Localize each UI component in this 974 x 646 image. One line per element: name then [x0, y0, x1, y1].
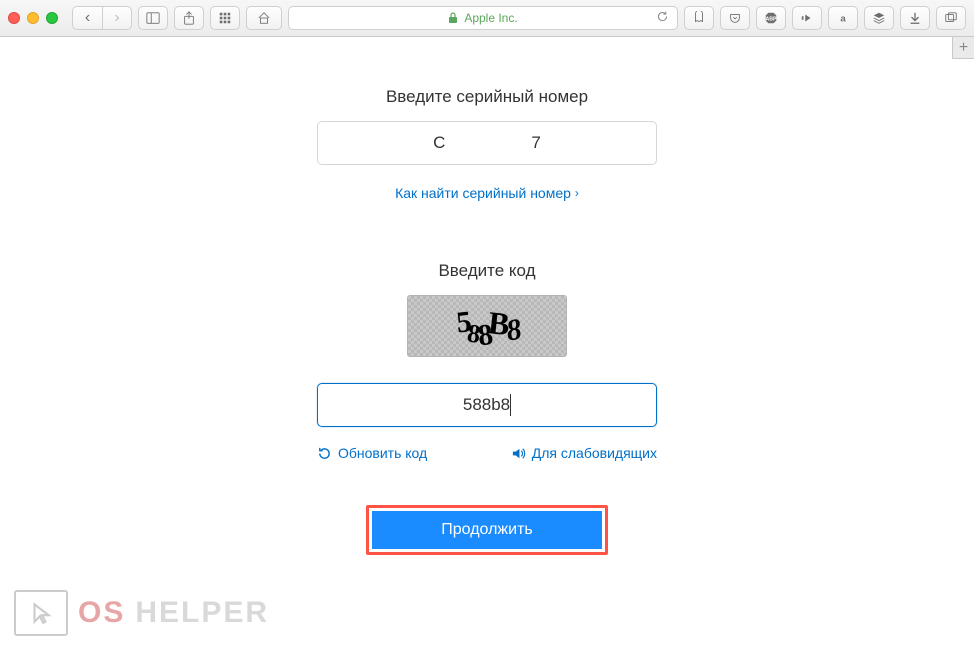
audio-icon	[511, 446, 526, 461]
captcha-label: Введите код	[438, 261, 535, 281]
captcha-section: Введите код 588B8 588b8 Обновить код Для…	[317, 261, 657, 461]
url-domain: Apple Inc.	[464, 11, 517, 25]
downloads-button[interactable]	[900, 6, 930, 30]
find-serial-link[interactable]: Как найти серийный номер ›	[395, 185, 579, 201]
serial-input[interactable]: C 7	[317, 121, 657, 165]
refresh-captcha-label: Обновить код	[338, 445, 427, 461]
ext-translate-icon[interactable]: a	[828, 6, 858, 30]
maximize-window-button[interactable]	[46, 12, 58, 24]
serial-section: Введите серийный номер C 7 Как найти сер…	[317, 87, 657, 201]
watermark-helper: HELPER	[135, 596, 269, 630]
home-button[interactable]	[246, 6, 282, 30]
sidebar-button[interactable]	[138, 6, 168, 30]
ext-play-icon[interactable]	[792, 6, 822, 30]
captcha-links: Обновить код Для слабовидящих	[317, 445, 657, 461]
serial-label: Введите серийный номер	[386, 87, 588, 107]
top-sites-button[interactable]	[210, 6, 240, 30]
ext-pocket-icon[interactable]	[720, 6, 750, 30]
new-tab-button[interactable]: +	[952, 37, 974, 59]
text-cursor	[510, 394, 511, 416]
find-serial-link-label: Как найти серийный номер	[395, 185, 571, 201]
nav-buttons: ‹ ›	[72, 6, 132, 30]
ext-ghostery-icon[interactable]	[684, 6, 714, 30]
svg-text:a: a	[840, 14, 846, 25]
back-button[interactable]: ‹	[72, 6, 102, 30]
minimize-window-button[interactable]	[27, 12, 39, 24]
reload-icon[interactable]	[656, 10, 669, 26]
continue-button[interactable]: Продолжить	[372, 511, 602, 549]
continue-button-label: Продолжить	[441, 521, 532, 538]
captcha-image: 588B8	[407, 295, 567, 357]
captcha-input-value: 588b8	[463, 395, 510, 415]
serial-value-obscured	[448, 133, 528, 153]
close-window-button[interactable]	[8, 12, 20, 24]
page-content: Введите серийный номер C 7 Как найти сер…	[0, 37, 974, 555]
address-bar[interactable]: Apple Inc.	[288, 6, 678, 30]
refresh-captcha-link[interactable]: Обновить код	[317, 445, 427, 461]
window-controls	[8, 12, 58, 24]
lock-icon	[448, 12, 458, 24]
watermark-os: OS	[78, 596, 125, 630]
captcha-input[interactable]: 588b8	[317, 383, 657, 427]
serial-value-right: 7	[531, 133, 540, 153]
submit-highlight: Продолжить	[366, 505, 608, 555]
watermark: OS HELPER	[14, 590, 269, 636]
audio-captcha-label: Для слабовидящих	[532, 445, 657, 461]
svg-text:ABP: ABP	[765, 17, 777, 23]
cursor-box-icon	[14, 590, 68, 636]
ext-buffer-icon[interactable]	[864, 6, 894, 30]
share-button[interactable]	[174, 6, 204, 30]
tabs-button[interactable]	[936, 6, 966, 30]
captcha-image-text: 588B8	[457, 308, 516, 345]
serial-value-left: C	[433, 133, 445, 153]
refresh-icon	[317, 446, 332, 461]
audio-captcha-link[interactable]: Для слабовидящих	[511, 445, 657, 461]
chevron-right-icon: ›	[575, 186, 579, 200]
ext-abp-icon[interactable]: ABP	[756, 6, 786, 30]
forward-button[interactable]: ›	[102, 6, 132, 30]
browser-toolbar: ‹ › Apple Inc. ABP a	[0, 0, 974, 37]
